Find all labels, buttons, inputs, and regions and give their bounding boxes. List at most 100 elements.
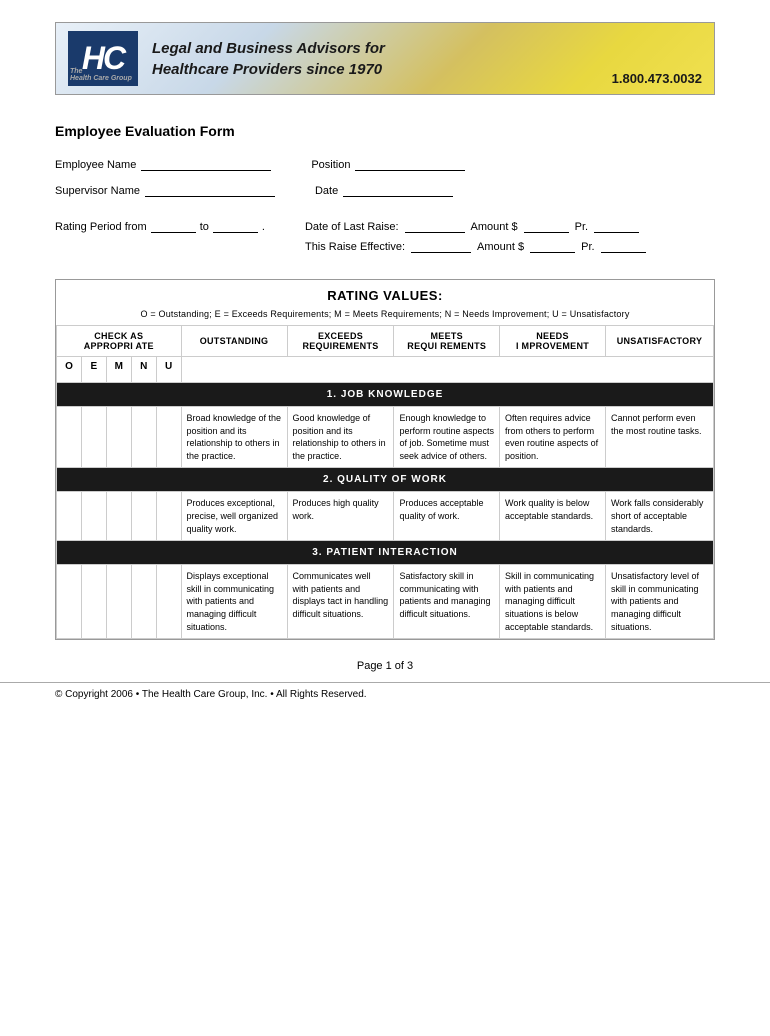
pr2-label: Pr. — [581, 241, 594, 253]
last-raise-row: Date of Last Raise: Amount $ Pr. — [305, 219, 646, 233]
rating-period-from-input[interactable] — [151, 219, 196, 233]
section-3-check-2[interactable] — [106, 565, 131, 639]
grade-e-cell[interactable]: E — [81, 357, 106, 383]
position-input[interactable] — [355, 157, 465, 171]
grade-spacer — [181, 357, 714, 383]
grade-u-cell[interactable]: U — [156, 357, 181, 383]
rating-legend: O = Outstanding; E = Exceeds Requirement… — [56, 307, 714, 325]
unsatisfactory-header: UNSATISFACTORY — [605, 326, 713, 357]
section-2-check-3[interactable] — [131, 492, 156, 541]
section-3-check-1[interactable] — [81, 565, 106, 639]
grade-m-cell[interactable]: M — [106, 357, 131, 383]
section-2-desc-0: Produces exceptional, precise, well orga… — [181, 492, 287, 541]
supervisor-name-label: Supervisor Name — [55, 185, 140, 197]
this-raise-pr-input[interactable] — [601, 239, 646, 253]
section-2-desc-1: Produces high quality work. — [287, 492, 394, 541]
needs-header: NEEDSI MPROVEMENT — [500, 326, 606, 357]
grade-letters-row: O E M N U — [57, 357, 714, 383]
section-1-header-row: 1. JOB KNOWLEDGE — [57, 383, 714, 407]
pr-label: Pr. — [575, 221, 588, 233]
rating-period-label: Rating Period from — [55, 221, 147, 233]
amount2-label: Amount $ — [477, 241, 524, 253]
date-label: Date — [315, 185, 338, 197]
section-1-check-2[interactable] — [106, 407, 131, 468]
section-2-desc-2: Produces acceptable quality of work. — [394, 492, 500, 541]
section-1-check-3[interactable] — [131, 407, 156, 468]
section-3-desc-1: Communicates well with patients and disp… — [287, 565, 394, 639]
meets-header: MEETSREQUI REMENTS — [394, 326, 500, 357]
section-1-desc-3: Often requires advice from others to per… — [500, 407, 606, 468]
last-raise-amount-input[interactable] — [524, 219, 569, 233]
section-2-check-1[interactable] — [81, 492, 106, 541]
hc-logo: HC TheHealth Care Group — [68, 31, 138, 86]
grade-o-cell[interactable]: O — [57, 357, 82, 383]
header-title: Legal and Business Advisors for Healthca… — [152, 38, 612, 80]
header-banner: HC TheHealth Care Group Legal and Busine… — [55, 22, 715, 95]
exceeds-header: EXCEEDSREQUIREMENTS — [287, 326, 394, 357]
last-raise-pr-input[interactable] — [594, 219, 639, 233]
section-2-title: 2. QUALITY OF WORK — [57, 468, 714, 492]
this-raise-row: This Raise Effective: Amount $ Pr. — [305, 239, 646, 253]
section-2-check-4[interactable] — [156, 492, 181, 541]
section-1-check-1[interactable] — [81, 407, 106, 468]
section-1-desc-0: Broad knowledge of the position and its … — [181, 407, 287, 468]
header-text: Legal and Business Advisors for Healthca… — [138, 38, 612, 80]
rating-period-group: Rating Period from to . — [55, 219, 265, 233]
this-raise-date-input[interactable] — [411, 239, 471, 253]
employee-name-label: Employee Name — [55, 159, 136, 171]
section-3-check-4[interactable] — [156, 565, 181, 639]
section-1-check-0[interactable] — [57, 407, 82, 468]
section-3-check-0[interactable] — [57, 565, 82, 639]
check-as-header: CHECK ASAPPROPRI ATE — [57, 326, 182, 357]
employee-position-row: Employee Name Position — [55, 157, 715, 171]
supervisor-date-row: Supervisor Name Date — [55, 183, 715, 197]
this-raise-label: This Raise Effective: — [305, 241, 405, 253]
supervisor-name-input[interactable] — [145, 183, 275, 197]
page-info: Page 1 of 3 — [0, 660, 770, 672]
date-group: Date — [315, 183, 453, 197]
rating-values-container: RATING VALUES: O = Outstanding; E = Exce… — [55, 279, 715, 640]
section-2-check-2[interactable] — [106, 492, 131, 541]
rating-period-period: . — [262, 221, 265, 233]
header-phone: 1.800.473.0032 — [612, 71, 702, 86]
rating-period-to-label: to — [200, 221, 209, 233]
outstanding-header: OUTSTANDING — [181, 326, 287, 357]
section-3-desc-0: Displays exceptional skill in communicat… — [181, 565, 287, 639]
section-1-desc-4: Cannot perform even the most routine tas… — [605, 407, 713, 468]
this-raise-amount-input[interactable] — [530, 239, 575, 253]
section-3-title: 3. PATIENT INTERACTION — [57, 541, 714, 565]
rating-values-title: RATING VALUES: — [56, 280, 714, 307]
section-1-desc-row: Broad knowledge of the position and its … — [57, 407, 714, 468]
supervisor-name-group: Supervisor Name — [55, 183, 275, 197]
amount-label: Amount $ — [471, 221, 518, 233]
table-header-row: CHECK ASAPPROPRI ATE OUTSTANDING EXCEEDS… — [57, 326, 714, 357]
section-2-desc-row: Produces exceptional, precise, well orga… — [57, 492, 714, 541]
rating-period-to-input[interactable] — [213, 219, 258, 233]
section-2-desc-4: Work falls considerably short of accepta… — [605, 492, 713, 541]
section-1-desc-2: Enough knowledge to perform routine aspe… — [394, 407, 500, 468]
position-label: Position — [311, 159, 350, 171]
section-2-check-0[interactable] — [57, 492, 82, 541]
section-3-desc-2: Satisfactory skill in communicating with… — [394, 565, 500, 639]
section-1-title: 1. JOB KNOWLEDGE — [57, 383, 714, 407]
section-1-check-4[interactable] — [156, 407, 181, 468]
logo-subtext: TheHealth Care Group — [70, 68, 132, 83]
rating-table: CHECK ASAPPROPRI ATE OUTSTANDING EXCEEDS… — [56, 325, 714, 639]
section-2-desc-3: Work quality is below acceptable standar… — [500, 492, 606, 541]
section-3-header-row: 3. PATIENT INTERACTION — [57, 541, 714, 565]
section-3-desc-4: Unsatisfactory level of skill in communi… — [605, 565, 713, 639]
position-group: Position — [311, 157, 465, 171]
grade-n-cell[interactable]: N — [131, 357, 156, 383]
form-title: Employee Evaluation Form — [55, 123, 715, 139]
date-last-raise-label: Date of Last Raise: — [305, 221, 399, 233]
date-input[interactable] — [343, 183, 453, 197]
section-2-header-row: 2. QUALITY OF WORK — [57, 468, 714, 492]
copyright: © Copyright 2006 • The Health Care Group… — [0, 682, 770, 700]
employee-name-input[interactable] — [141, 157, 271, 171]
section-3-desc-row: Displays exceptional skill in communicat… — [57, 565, 714, 639]
employee-name-group: Employee Name — [55, 157, 271, 171]
section-3-check-3[interactable] — [131, 565, 156, 639]
section-1-desc-1: Good knowledge of position and its relat… — [287, 407, 394, 468]
last-raise-date-input[interactable] — [405, 219, 465, 233]
section-3-desc-3: Skill in communicating with patients and… — [500, 565, 606, 639]
